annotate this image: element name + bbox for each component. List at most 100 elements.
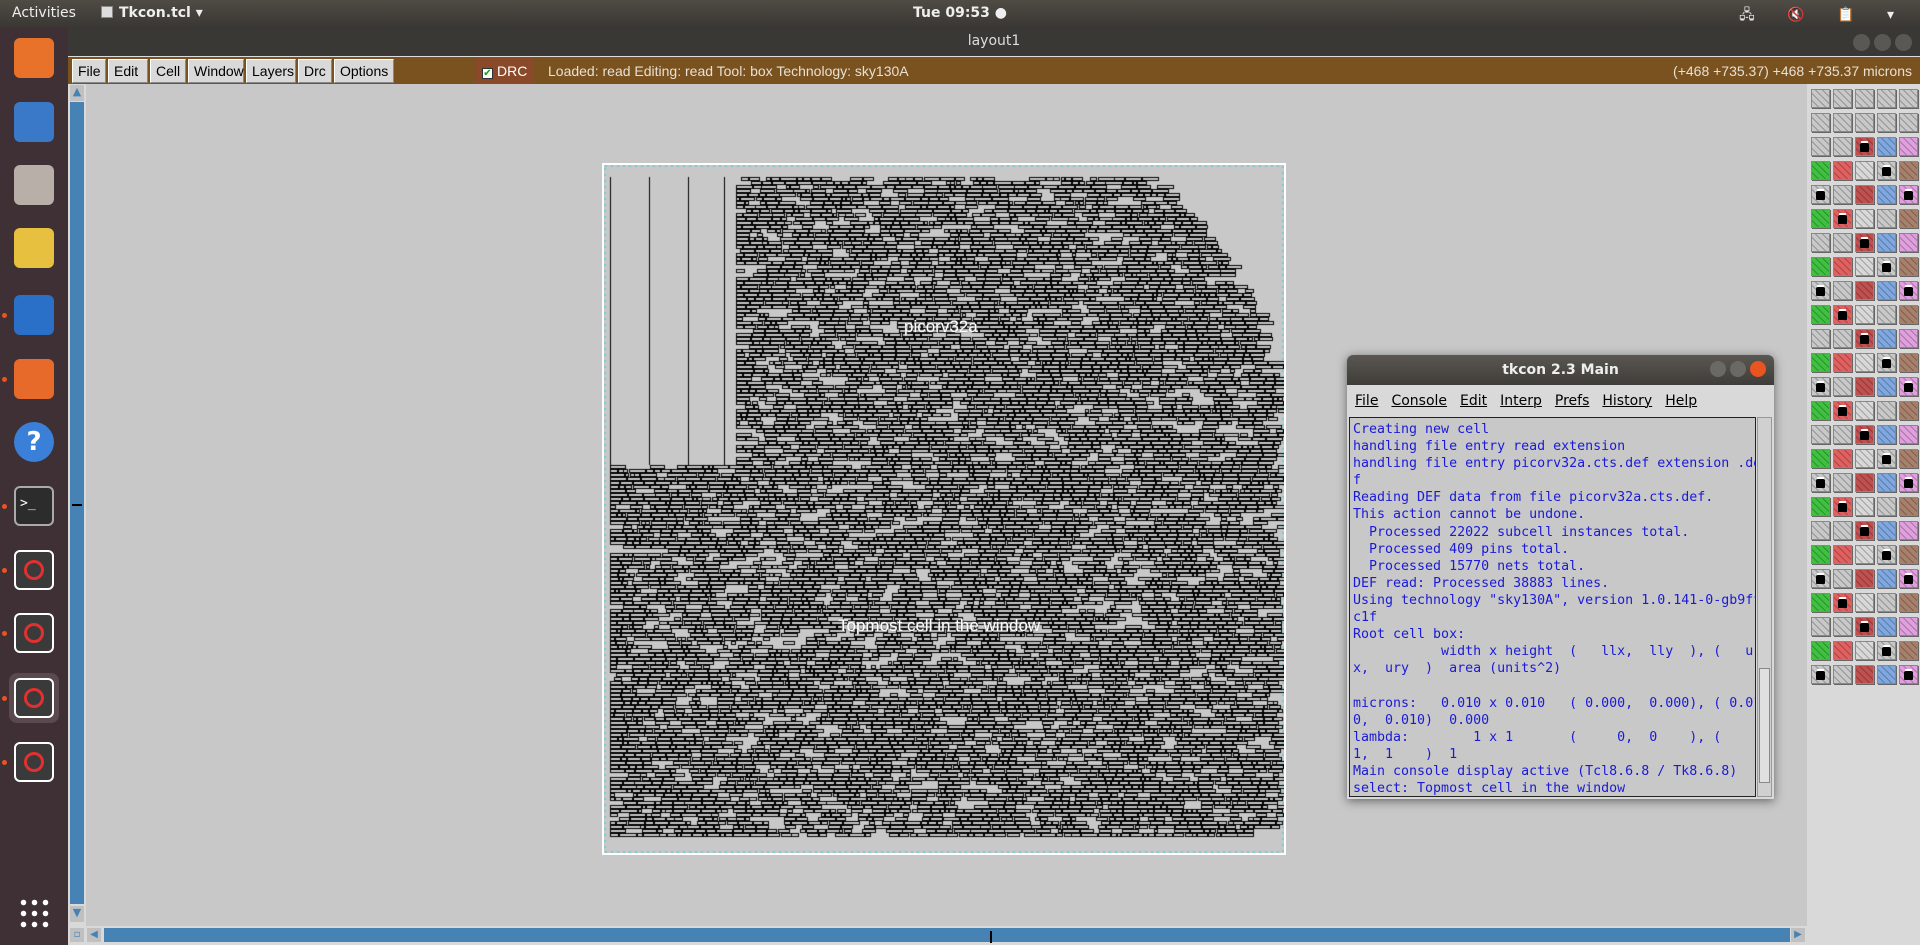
- layer-swatch[interactable]: [1811, 617, 1830, 636]
- layer-swatch[interactable]: [1877, 617, 1896, 636]
- layer-swatch[interactable]: [1899, 593, 1918, 612]
- files-launcher[interactable]: [9, 160, 59, 210]
- layer-swatch[interactable]: [1899, 257, 1918, 276]
- locked-layer-swatch[interactable]: [1899, 665, 1918, 684]
- layer-swatch[interactable]: [1833, 137, 1852, 156]
- horizontal-scroll-thumb[interactable]: [104, 928, 1790, 943]
- locked-layer-swatch[interactable]: [1811, 665, 1830, 684]
- layer-swatch[interactable]: [1855, 377, 1874, 396]
- locked-layer-swatch[interactable]: [1877, 353, 1896, 372]
- layer-swatch[interactable]: [1855, 665, 1874, 684]
- layer-swatch[interactable]: [1855, 89, 1874, 108]
- tk-window-launcher[interactable]: [9, 608, 59, 658]
- layer-swatch[interactable]: [1811, 521, 1830, 540]
- clock[interactable]: Tue 09:53 ●: [0, 5, 1920, 21]
- layer-swatch[interactable]: [1899, 233, 1918, 252]
- layer-swatch[interactable]: [1877, 593, 1896, 612]
- locked-layer-swatch[interactable]: [1833, 209, 1852, 228]
- horizontal-scrollbar[interactable]: ▫ ◀ ▶: [68, 926, 1807, 945]
- locked-layer-swatch[interactable]: [1899, 473, 1918, 492]
- scroll-up-arrow-icon[interactable]: ▲: [70, 85, 84, 101]
- locked-layer-swatch[interactable]: [1811, 281, 1830, 300]
- layer-swatch[interactable]: [1811, 329, 1830, 348]
- layer-swatch[interactable]: [1811, 137, 1830, 156]
- layer-swatch[interactable]: [1877, 569, 1896, 588]
- layer-swatch[interactable]: [1877, 473, 1896, 492]
- layer-swatch[interactable]: [1833, 617, 1852, 636]
- locked-layer-swatch[interactable]: [1833, 305, 1852, 324]
- tkcon-close-button[interactable]: [1750, 361, 1766, 377]
- layer-swatch[interactable]: [1877, 521, 1896, 540]
- locked-layer-swatch[interactable]: [1855, 233, 1874, 252]
- menu-layers[interactable]: Layers: [246, 59, 296, 83]
- help-launcher[interactable]: ?: [9, 417, 59, 467]
- system-tray[interactable]: 🖧 🔇 📋 ▾: [1739, 4, 1908, 28]
- layer-swatch[interactable]: [1811, 113, 1830, 132]
- locked-layer-swatch[interactable]: [1833, 593, 1852, 612]
- layer-swatch[interactable]: [1811, 233, 1830, 252]
- close-button[interactable]: [1895, 34, 1912, 51]
- layer-swatch[interactable]: [1855, 569, 1874, 588]
- layer-swatch[interactable]: [1811, 89, 1830, 108]
- locked-layer-swatch[interactable]: [1855, 521, 1874, 540]
- layer-swatch[interactable]: [1877, 497, 1896, 516]
- layer-swatch[interactable]: [1855, 545, 1874, 564]
- layer-swatch[interactable]: [1811, 257, 1830, 276]
- tkcon-menu-interp[interactable]: Interp: [1500, 393, 1542, 409]
- layer-swatch[interactable]: [1833, 545, 1852, 564]
- layer-swatch[interactable]: [1811, 161, 1830, 180]
- layer-swatch[interactable]: [1833, 329, 1852, 348]
- layer-swatch[interactable]: [1899, 353, 1918, 372]
- maximize-button[interactable]: [1874, 34, 1891, 51]
- layer-swatch[interactable]: [1855, 641, 1874, 660]
- locked-layer-swatch[interactable]: [1877, 449, 1896, 468]
- scroll-right-arrow-icon[interactable]: ▶: [1791, 928, 1805, 942]
- locked-layer-swatch[interactable]: [1811, 185, 1830, 204]
- zoom-box-icon[interactable]: ▫: [70, 928, 84, 942]
- scroll-down-arrow-icon[interactable]: ▼: [70, 906, 84, 922]
- firefox-launcher[interactable]: [9, 33, 59, 83]
- layer-swatch[interactable]: [1855, 497, 1874, 516]
- layer-swatch[interactable]: [1833, 665, 1852, 684]
- layer-swatch[interactable]: [1855, 401, 1874, 420]
- layer-swatch[interactable]: [1877, 89, 1896, 108]
- menu-cell[interactable]: Cell: [150, 59, 186, 83]
- layer-swatch[interactable]: [1833, 641, 1852, 660]
- layer-swatch[interactable]: [1855, 185, 1874, 204]
- tk-window-launcher[interactable]: [9, 545, 59, 595]
- locked-layer-swatch[interactable]: [1899, 377, 1918, 396]
- tkcon-scrollbar[interactable]: [1757, 417, 1772, 797]
- layer-swatch[interactable]: [1811, 449, 1830, 468]
- layer-swatch[interactable]: [1811, 425, 1830, 444]
- layer-swatch[interactable]: [1833, 161, 1852, 180]
- layer-swatch[interactable]: [1855, 473, 1874, 492]
- cell-layout-picorv32a[interactable]: picorv32a Topmost cell in the window: [602, 163, 1286, 855]
- layer-swatch[interactable]: [1877, 665, 1896, 684]
- layer-swatch[interactable]: [1811, 593, 1830, 612]
- layer-swatch[interactable]: [1855, 209, 1874, 228]
- layer-swatch[interactable]: [1899, 449, 1918, 468]
- locked-layer-swatch[interactable]: [1855, 617, 1874, 636]
- locked-layer-swatch[interactable]: [1811, 569, 1830, 588]
- menu-file[interactable]: File: [72, 59, 106, 83]
- locked-layer-swatch[interactable]: [1877, 641, 1896, 660]
- locked-layer-swatch[interactable]: [1899, 281, 1918, 300]
- layer-swatch[interactable]: [1877, 137, 1896, 156]
- layer-swatch[interactable]: [1833, 521, 1852, 540]
- tkcon-console-output[interactable]: Creating new cell handling file entry rea…: [1349, 417, 1756, 797]
- locked-layer-swatch[interactable]: [1855, 425, 1874, 444]
- layer-swatch[interactable]: [1899, 545, 1918, 564]
- layer-swatch[interactable]: [1877, 377, 1896, 396]
- tkcon-menu-edit[interactable]: Edit: [1460, 393, 1487, 409]
- layer-swatch[interactable]: [1833, 113, 1852, 132]
- layer-swatch[interactable]: [1833, 89, 1852, 108]
- menu-edit[interactable]: Edit: [108, 59, 148, 83]
- layer-swatch[interactable]: [1877, 425, 1896, 444]
- layer-swatch[interactable]: [1811, 401, 1830, 420]
- tk-window-launcher[interactable]: [9, 673, 59, 723]
- layer-swatch[interactable]: [1899, 209, 1918, 228]
- layer-swatch[interactable]: [1855, 161, 1874, 180]
- layer-swatch[interactable]: [1899, 113, 1918, 132]
- layer-swatch[interactable]: [1899, 641, 1918, 660]
- terminal-launcher[interactable]: >_: [9, 481, 59, 531]
